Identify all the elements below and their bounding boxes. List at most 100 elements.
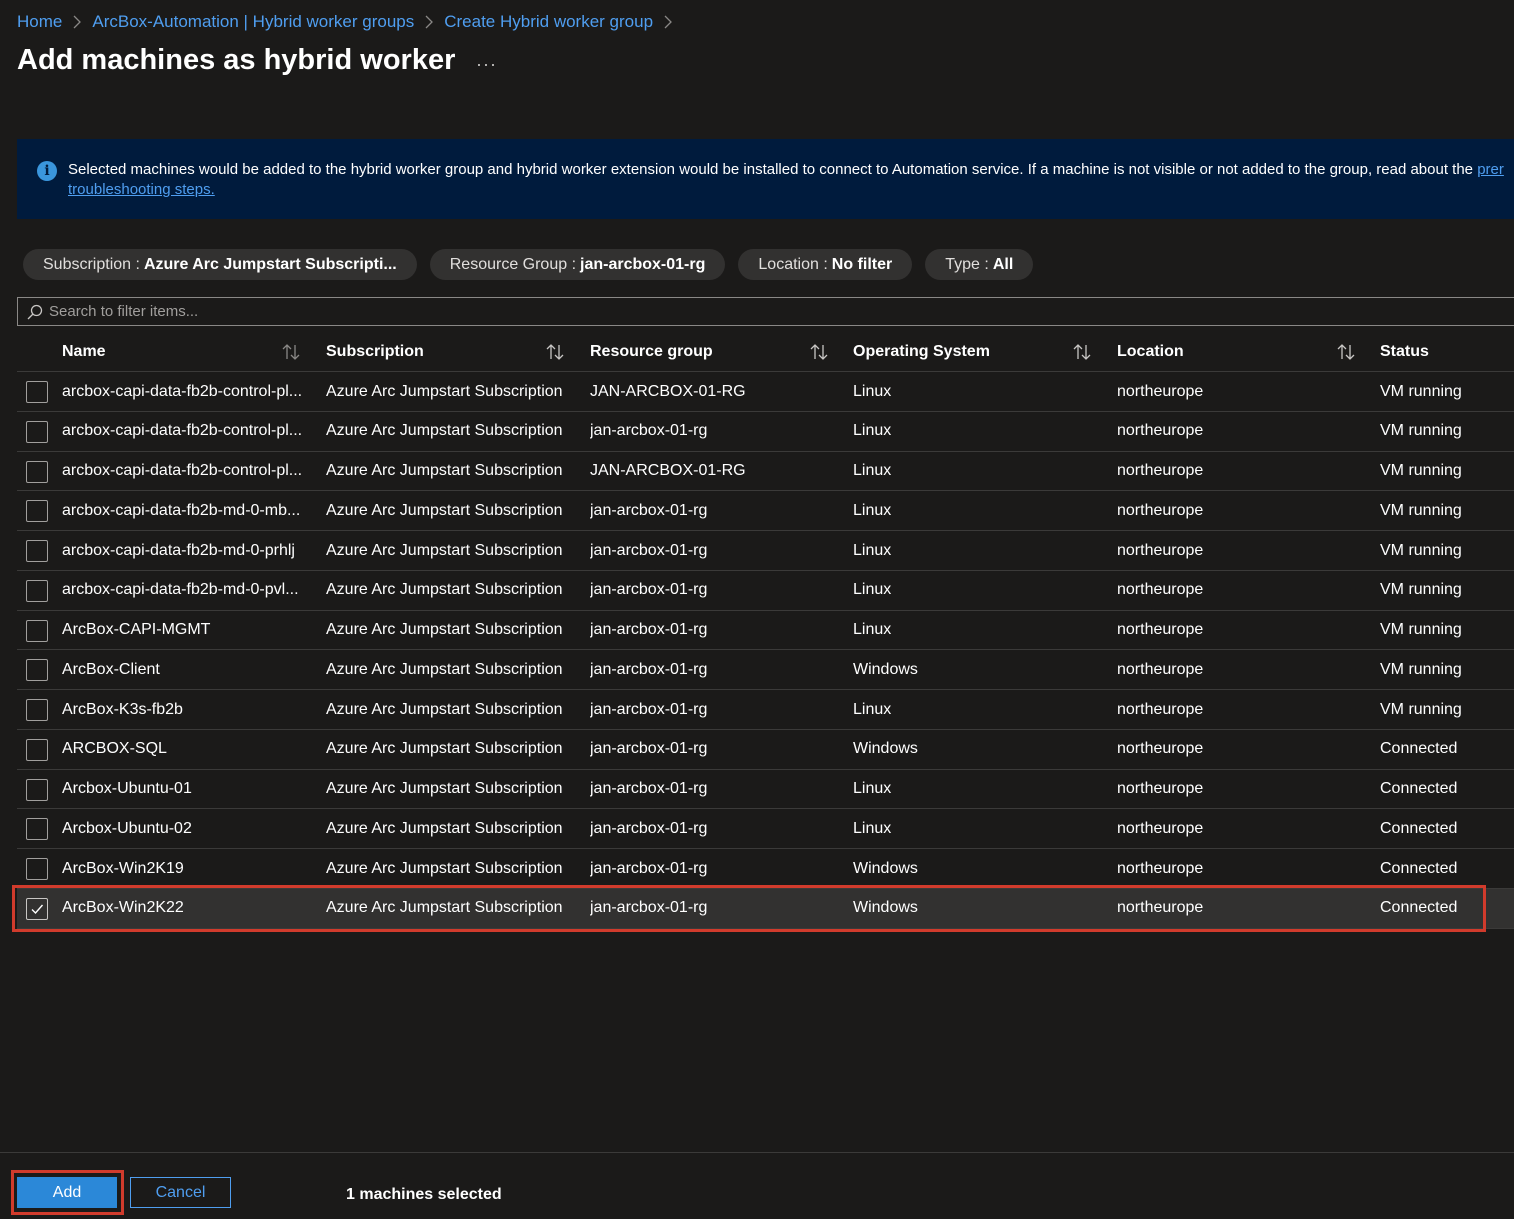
cell-name: arcbox-capi-data-fb2b-md-0-pvl... bbox=[62, 581, 299, 599]
table-row[interactable]: arcbox-capi-data-fb2b-control-pl... Azure… bbox=[17, 452, 1514, 492]
row-checkbox[interactable] bbox=[26, 460, 48, 483]
sort-icon[interactable] bbox=[1072, 342, 1092, 362]
breadcrumb-home[interactable]: Home bbox=[17, 12, 62, 32]
cell-subscription: Azure Arc Jumpstart Subscription bbox=[326, 462, 563, 480]
filter-location[interactable]: Location : No filter bbox=[738, 249, 913, 280]
column-header-location[interactable]: Location bbox=[1117, 332, 1184, 371]
cell-location: northeurope bbox=[1117, 740, 1204, 758]
filter-type[interactable]: Type : All bbox=[925, 249, 1034, 280]
sort-icon[interactable] bbox=[545, 342, 565, 362]
sort-icon[interactable] bbox=[1336, 342, 1356, 362]
table-row[interactable]: ArcBox-K3s-fb2b Azure Arc Jumpstart Subsc… bbox=[17, 690, 1514, 730]
table-row[interactable]: arcbox-capi-data-fb2b-md-0-pvl... Azure A… bbox=[17, 571, 1514, 611]
more-options-button[interactable]: ··· bbox=[476, 54, 497, 75]
cell-resource-group: jan-arcbox-01-rg bbox=[590, 541, 708, 559]
row-checkbox[interactable] bbox=[26, 381, 48, 403]
cell-resource-group: jan-arcbox-01-rg bbox=[590, 740, 708, 758]
row-checkbox[interactable] bbox=[26, 540, 48, 563]
prerequisites-link[interactable]: prer bbox=[1477, 161, 1504, 178]
row-checkbox[interactable] bbox=[26, 619, 48, 642]
row-checkbox[interactable] bbox=[26, 659, 48, 682]
table-row[interactable]: arcbox-capi-data-fb2b-md-0-mb... Azure Ar… bbox=[17, 491, 1514, 532]
column-header-status[interactable]: Status bbox=[1380, 332, 1429, 371]
cell-subscription: Azure Arc Jumpstart Subscription bbox=[326, 581, 563, 599]
row-checkbox[interactable] bbox=[26, 500, 48, 523]
table-row[interactable]: arcbox-capi-data-fb2b-control-pl... Azure… bbox=[17, 372, 1514, 412]
cell-operating-system: Linux bbox=[853, 541, 892, 559]
row-checkbox[interactable] bbox=[26, 420, 48, 443]
cell-resource-group: jan-arcbox-01-rg bbox=[590, 780, 708, 798]
column-header-name[interactable]: Name bbox=[62, 332, 106, 371]
table-row[interactable]: ArcBox-CAPI-MGMT Azure Arc Jumpstart Subs… bbox=[17, 611, 1514, 651]
cell-subscription: Azure Arc Jumpstart Subscription bbox=[326, 740, 563, 758]
breadcrumb: Home ArcBox-Automation | Hybrid worker g… bbox=[17, 11, 683, 33]
filter-label: Type : bbox=[945, 255, 989, 273]
cell-location: northeurope bbox=[1117, 660, 1204, 678]
table-row[interactable]: Arcbox-Ubuntu-02 Azure Arc Jumpstart Subs… bbox=[17, 809, 1514, 850]
filter-value: All bbox=[992, 255, 1014, 273]
sort-icon[interactable] bbox=[281, 342, 301, 362]
cell-operating-system: Linux bbox=[853, 700, 892, 718]
add-button[interactable]: Add bbox=[17, 1177, 117, 1208]
row-checkbox[interactable] bbox=[26, 699, 48, 722]
table-row[interactable]: ARCBOX-SQL Azure Arc Jumpstart Subscripti… bbox=[17, 730, 1514, 770]
filter-subscription[interactable]: Subscription : Azure Arc Jumpstart Subscr… bbox=[23, 249, 417, 280]
row-checkbox[interactable] bbox=[26, 738, 48, 761]
cell-operating-system: Linux bbox=[853, 462, 892, 480]
cell-operating-system: Windows bbox=[853, 660, 918, 678]
cell-location: northeurope bbox=[1117, 819, 1204, 837]
row-checkbox[interactable] bbox=[26, 858, 48, 881]
cell-location: northeurope bbox=[1117, 621, 1204, 639]
table-row[interactable]: ArcBox-Client Azure Arc Jumpstart Subscri… bbox=[17, 650, 1514, 691]
cell-operating-system: Linux bbox=[853, 819, 892, 837]
cell-name: ArcBox-CAPI-MGMT bbox=[62, 621, 211, 639]
breadcrumb-create-hybrid-worker-group[interactable]: Create Hybrid worker group bbox=[444, 12, 653, 32]
cancel-button[interactable]: Cancel bbox=[130, 1177, 231, 1208]
cell-subscription: Azure Arc Jumpstart Subscription bbox=[326, 819, 563, 837]
table-row[interactable]: arcbox-capi-data-fb2b-control-pl... Azure… bbox=[17, 412, 1514, 452]
breadcrumb-hybrid-worker-groups[interactable]: ArcBox-Automation | Hybrid worker groups bbox=[92, 12, 414, 32]
cell-name: arcbox-capi-data-fb2b-control-pl... bbox=[62, 382, 303, 400]
row-checkbox[interactable] bbox=[26, 579, 48, 602]
table-row[interactable]: ArcBox-Win2K22 Azure Arc Jumpstart Subscr… bbox=[17, 888, 1514, 929]
column-header-resource-group[interactable]: Resource group bbox=[590, 332, 713, 371]
cell-status: VM running bbox=[1380, 581, 1462, 599]
cell-subscription: Azure Arc Jumpstart Subscription bbox=[326, 621, 563, 639]
column-header-subscription[interactable]: Subscription bbox=[326, 332, 424, 371]
cell-subscription: Azure Arc Jumpstart Subscription bbox=[326, 780, 563, 798]
row-checkbox[interactable] bbox=[26, 778, 48, 801]
cell-name: ArcBox-K3s-fb2b bbox=[62, 700, 183, 718]
cell-operating-system: Linux bbox=[853, 382, 892, 400]
table-row[interactable]: ArcBox-Win2K19 Azure Arc Jumpstart Subscr… bbox=[17, 849, 1514, 889]
chevron-right-icon bbox=[72, 15, 82, 29]
cell-subscription: Azure Arc Jumpstart Subscription bbox=[326, 700, 563, 718]
filter-value: No filter bbox=[831, 255, 893, 273]
table-row[interactable]: arcbox-capi-data-fb2b-md-0-prhlj Azure Ar… bbox=[17, 531, 1514, 571]
search-input[interactable]: Search to filter items... bbox=[17, 297, 1514, 326]
cell-location: northeurope bbox=[1117, 541, 1204, 559]
cell-status: VM running bbox=[1380, 422, 1462, 440]
row-checkbox[interactable] bbox=[26, 818, 48, 841]
cell-operating-system: Windows bbox=[853, 740, 918, 758]
info-banner: i Selected machines would be added to th… bbox=[17, 139, 1514, 219]
cell-operating-system: Windows bbox=[853, 899, 918, 917]
cell-location: northeurope bbox=[1117, 501, 1204, 519]
cell-subscription: Azure Arc Jumpstart Subscription bbox=[326, 501, 563, 519]
filter-label: Subscription : bbox=[43, 255, 140, 273]
cell-status: VM running bbox=[1380, 621, 1462, 639]
cell-name: arcbox-capi-data-fb2b-md-0-prhlj bbox=[62, 541, 295, 559]
cell-status: Connected bbox=[1380, 859, 1458, 877]
cell-operating-system: Linux bbox=[853, 422, 892, 440]
cell-status: VM running bbox=[1380, 541, 1462, 559]
cell-location: northeurope bbox=[1117, 700, 1204, 718]
filter-resource-group[interactable]: Resource Group : jan-arcbox-01-rg bbox=[429, 249, 726, 280]
table-row[interactable]: Arcbox-Ubuntu-01 Azure Arc Jumpstart Subs… bbox=[17, 770, 1514, 810]
cell-resource-group: jan-arcbox-01-rg bbox=[590, 859, 708, 877]
column-header-operating-system[interactable]: Operating System bbox=[853, 332, 990, 371]
cell-operating-system: Linux bbox=[853, 621, 892, 639]
cell-subscription: Azure Arc Jumpstart Subscription bbox=[326, 660, 563, 678]
troubleshooting-link[interactable]: troubleshooting steps. bbox=[68, 180, 215, 200]
row-checkbox[interactable] bbox=[26, 897, 48, 920]
sort-icon[interactable] bbox=[809, 342, 829, 362]
cell-resource-group: JAN-ARCBOX-01-RG bbox=[590, 382, 746, 400]
